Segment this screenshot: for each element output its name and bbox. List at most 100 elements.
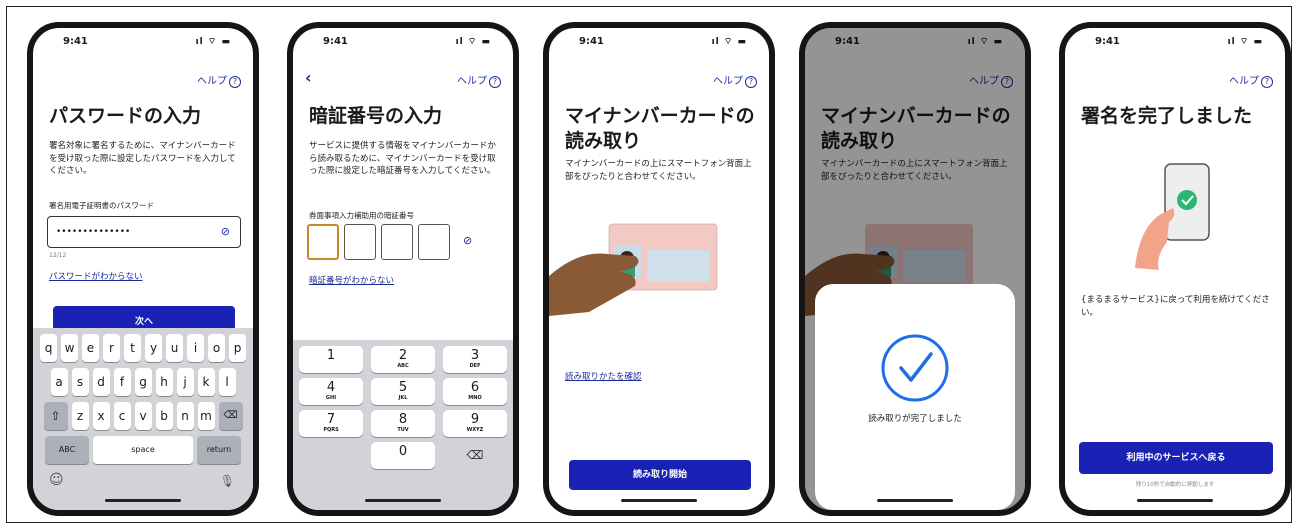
status-time: 9:41 <box>63 36 88 47</box>
password-value: •••••••••••••• <box>56 227 131 237</box>
numpad-key-1[interactable]: 1 <box>299 346 363 373</box>
status-bar: 9:41 ıl ⌔ ▬ <box>293 36 513 52</box>
home-indicator <box>621 499 697 502</box>
key-y[interactable]: y <box>145 334 162 362</box>
return-key[interactable]: return <box>197 436 241 464</box>
keyboard-letters-row-3: zxcvbnm <box>71 402 215 430</box>
numpad-key-5[interactable]: 5 JKL <box>371 378 435 405</box>
pin-input-group[interactable] <box>307 224 450 260</box>
key-t[interactable]: t <box>124 334 141 362</box>
back-chevron-icon[interactable]: ‹ <box>305 68 312 87</box>
key-g[interactable]: g <box>134 368 152 396</box>
completion-sheet: 読み取りが完了しました <box>815 284 1015 510</box>
start-reading-button[interactable]: 読み取り開始 <box>569 460 751 490</box>
key-l[interactable]: l <box>218 368 236 396</box>
numpad-letters: MNO <box>468 395 482 401</box>
visibility-toggle-icon[interactable]: ⊘ <box>221 225 230 238</box>
emoji-icon[interactable]: ☺ <box>49 472 64 488</box>
numpad-key-6[interactable]: 6 MNO <box>443 378 507 405</box>
numpad-letters: PQRS <box>323 427 339 433</box>
forgot-pin-link[interactable]: 暗証番号がわからない <box>309 274 394 286</box>
key-r[interactable]: r <box>103 334 120 362</box>
status-time: 9:41 <box>1095 36 1120 47</box>
phone-password-screen: 9:41 ıl ⌔ ▬ ヘルプ? パスワードの入力 署名対象に署名するために、マ… <box>27 22 259 516</box>
numpad-key-7[interactable]: 7 PQRS <box>299 410 363 437</box>
card-in-hand-illustration <box>549 223 718 316</box>
key-a[interactable]: a <box>50 368 68 396</box>
key-v[interactable]: v <box>134 402 152 430</box>
key-w[interactable]: w <box>61 334 78 362</box>
help-icon: ? <box>745 76 757 88</box>
signal-wifi-battery-icon: ıl ⌔ ▬ <box>711 37 747 47</box>
forgot-password-link[interactable]: パスワードがわからない <box>49 270 143 282</box>
key-j[interactable]: j <box>176 368 194 396</box>
numpad-digit: 7 <box>326 412 336 427</box>
signal-wifi-battery-icon: ıl ⌔ ▬ <box>1227 37 1263 47</box>
key-m[interactable]: m <box>197 402 215 430</box>
shift-key-icon[interactable]: ⇧ <box>43 402 68 430</box>
help-link[interactable]: ヘルプ? <box>1229 72 1273 88</box>
numpad-digit: 5 <box>398 380 408 395</box>
phone-pin-screen: 9:41 ıl ⌔ ▬ ‹ ヘルプ? 暗証番号の入力 サービスに提供する情報をマ… <box>287 22 519 516</box>
numpad-key-4[interactable]: 4 GHI <box>299 378 363 405</box>
check-circle-icon <box>881 334 949 402</box>
pin-digit-1[interactable] <box>307 224 339 260</box>
help-link[interactable]: ヘルプ? <box>457 72 501 88</box>
key-x[interactable]: x <box>92 402 110 430</box>
page-description: マイナンバーカードの上にスマートフォン背面上部をぴったりと合わせてください。 <box>565 159 752 182</box>
numpad-digit: 8 <box>398 412 408 427</box>
status-bar: 9:41 ıl ⌔ ▬ <box>1065 36 1285 52</box>
space-key[interactable]: space <box>93 436 193 464</box>
how-to-read-link[interactable]: 読み取りかたを確認 <box>565 370 642 382</box>
numpad-letters: TUV <box>397 427 409 433</box>
key-b[interactable]: b <box>155 402 173 430</box>
key-e[interactable]: e <box>82 334 99 362</box>
pin-digit-4[interactable] <box>418 224 450 260</box>
help-link[interactable]: ヘルプ? <box>713 72 757 88</box>
keyboard-row-4: ABC space return <box>33 436 253 464</box>
numpad-letters: ABC <box>397 363 409 369</box>
phone-check-illustration <box>1135 163 1210 270</box>
key-d[interactable]: d <box>92 368 110 396</box>
key-i[interactable]: i <box>187 334 204 362</box>
visibility-toggle-icon[interactable]: ⊘ <box>463 234 472 247</box>
key-c[interactable]: c <box>113 402 131 430</box>
complete-message: 読み取りが完了しました <box>868 414 962 424</box>
key-h[interactable]: h <box>155 368 173 396</box>
numpad-key-2[interactable]: 2 ABC <box>371 346 435 373</box>
password-field-label: 署名用電子証明書のパスワード <box>49 201 154 210</box>
key-k[interactable]: k <box>197 368 215 396</box>
key-s[interactable]: s <box>71 368 89 396</box>
delete-key-icon[interactable]: ⌫ <box>218 402 243 430</box>
page-title: マイナンバーカードの 読み取り <box>565 104 757 154</box>
key-q[interactable]: q <box>40 334 57 362</box>
abc-key[interactable]: ABC <box>45 436 89 464</box>
help-label: ヘルプ <box>457 76 487 87</box>
delete-key-icon[interactable]: ⌫ <box>443 442 507 469</box>
help-link[interactable]: ヘルプ? <box>197 72 241 88</box>
key-u[interactable]: u <box>166 334 183 362</box>
auto-redirect-note: 残り10秒で自動的に移動します <box>1135 482 1215 488</box>
key-z[interactable]: z <box>71 402 89 430</box>
key-n[interactable]: n <box>176 402 194 430</box>
microphone-icon[interactable]: 🎙︎ <box>220 474 235 488</box>
numpad-digit: 1 <box>326 348 336 363</box>
key-o[interactable]: o <box>208 334 225 362</box>
numpad-digit: 6 <box>470 380 480 395</box>
pin-digit-3[interactable] <box>381 224 413 260</box>
keyboard: qwertyuiop asdfghjkl ⇧ zxcvbnm ⌫ ABC spa… <box>33 328 253 510</box>
phone-read-complete-screen: 9:41 ıl ⌔ ▬ ヘルプ? マイナンバーカードの 読み取り マイナンバーカー… <box>799 22 1031 516</box>
numpad-key-8[interactable]: 8 TUV <box>371 410 435 437</box>
numpad-key-3[interactable]: 3 DEF <box>443 346 507 373</box>
page-title: 暗証番号の入力 <box>309 105 443 127</box>
numpad-key-0[interactable]: 0 <box>371 442 435 469</box>
pin-digit-2[interactable] <box>344 224 376 260</box>
return-to-service-button[interactable]: 利用中のサービスへ戻る <box>1079 442 1273 474</box>
page-title: パスワードの入力 <box>49 105 202 127</box>
password-field[interactable]: •••••••••••••• ⊘ <box>47 216 241 248</box>
key-p[interactable]: p <box>229 334 246 362</box>
page-title: 署名を完了しました <box>1081 105 1253 127</box>
key-f[interactable]: f <box>113 368 131 396</box>
numpad-digit: 0 <box>398 444 408 459</box>
numpad-key-9[interactable]: 9 WXYZ <box>443 410 507 437</box>
